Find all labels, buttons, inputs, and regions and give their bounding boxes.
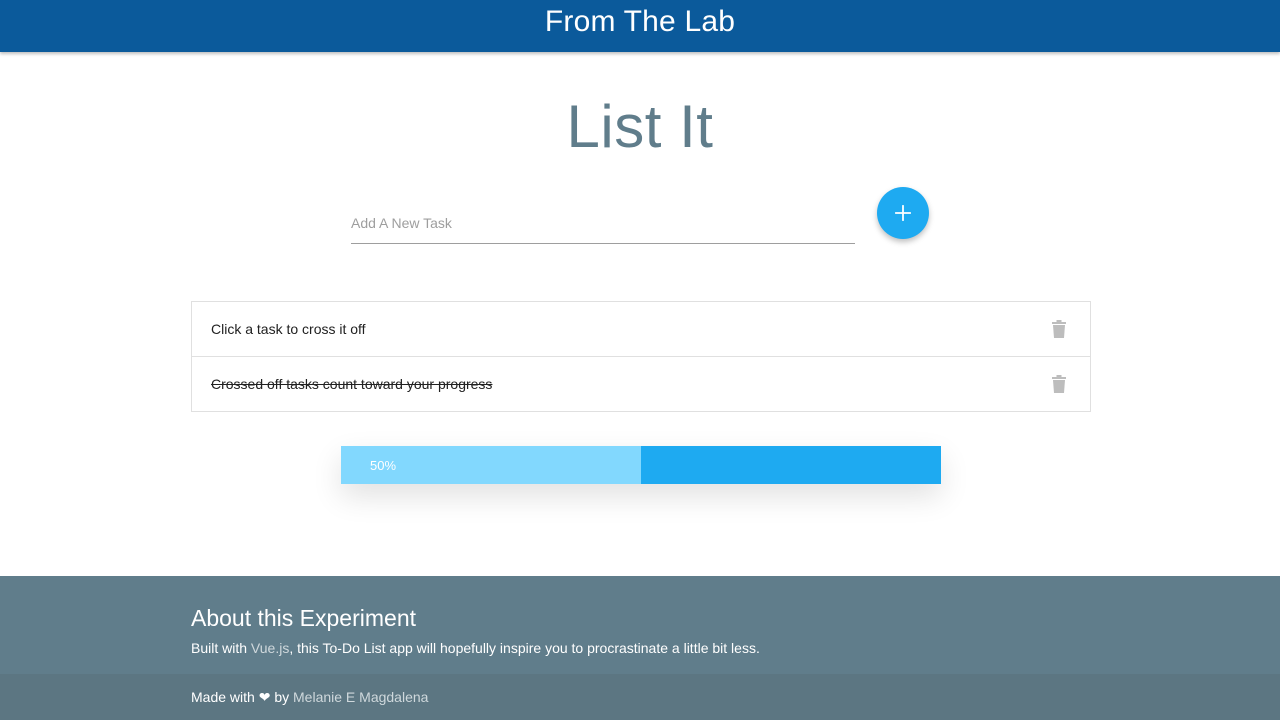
heart-icon: ❤ xyxy=(258,689,271,705)
footer-text-before: Built with xyxy=(191,640,251,656)
progress-bar: 50% xyxy=(341,446,941,484)
page-title: List It xyxy=(566,93,714,160)
credit-text-middle: by xyxy=(270,689,294,705)
footer-bottom: Made with ❤ by Melanie E Magdalena xyxy=(0,674,1280,720)
task-item[interactable]: Click a task to cross it off xyxy=(192,302,1090,357)
task-text: Crossed off tasks count toward your prog… xyxy=(211,376,493,392)
progress-label: 50% xyxy=(370,457,397,473)
footer-title: About this Experiment xyxy=(191,605,417,631)
trash-icon[interactable] xyxy=(1050,319,1068,339)
footer-credit: Made with ❤ by Melanie E Magdalena xyxy=(191,689,428,706)
footer-description: Built with Vue.js, this To-Do List app w… xyxy=(191,640,760,656)
site-title: From The Lab xyxy=(544,4,736,38)
plus-icon xyxy=(895,205,911,221)
task-item-done[interactable]: Crossed off tasks count toward your prog… xyxy=(192,357,1090,411)
vuejs-link[interactable]: Vue.js xyxy=(251,640,289,656)
footer: About this Experiment Built with Vue.js,… xyxy=(0,576,1280,720)
task-input-wrapper xyxy=(351,200,855,244)
task-text: Click a task to cross it off xyxy=(211,321,366,337)
credit-text-before: Made with xyxy=(191,689,259,705)
author-link[interactable]: Melanie E Magdalena xyxy=(293,689,428,705)
new-task-input[interactable] xyxy=(351,200,855,243)
trash-icon[interactable] xyxy=(1050,374,1068,394)
task-list: Click a task to cross it off Crossed off… xyxy=(191,301,1091,412)
top-bar: From The Lab xyxy=(0,0,1280,52)
add-task-button[interactable] xyxy=(877,187,929,239)
footer-text-after: , this To-Do List app will hopefully ins… xyxy=(289,640,760,656)
